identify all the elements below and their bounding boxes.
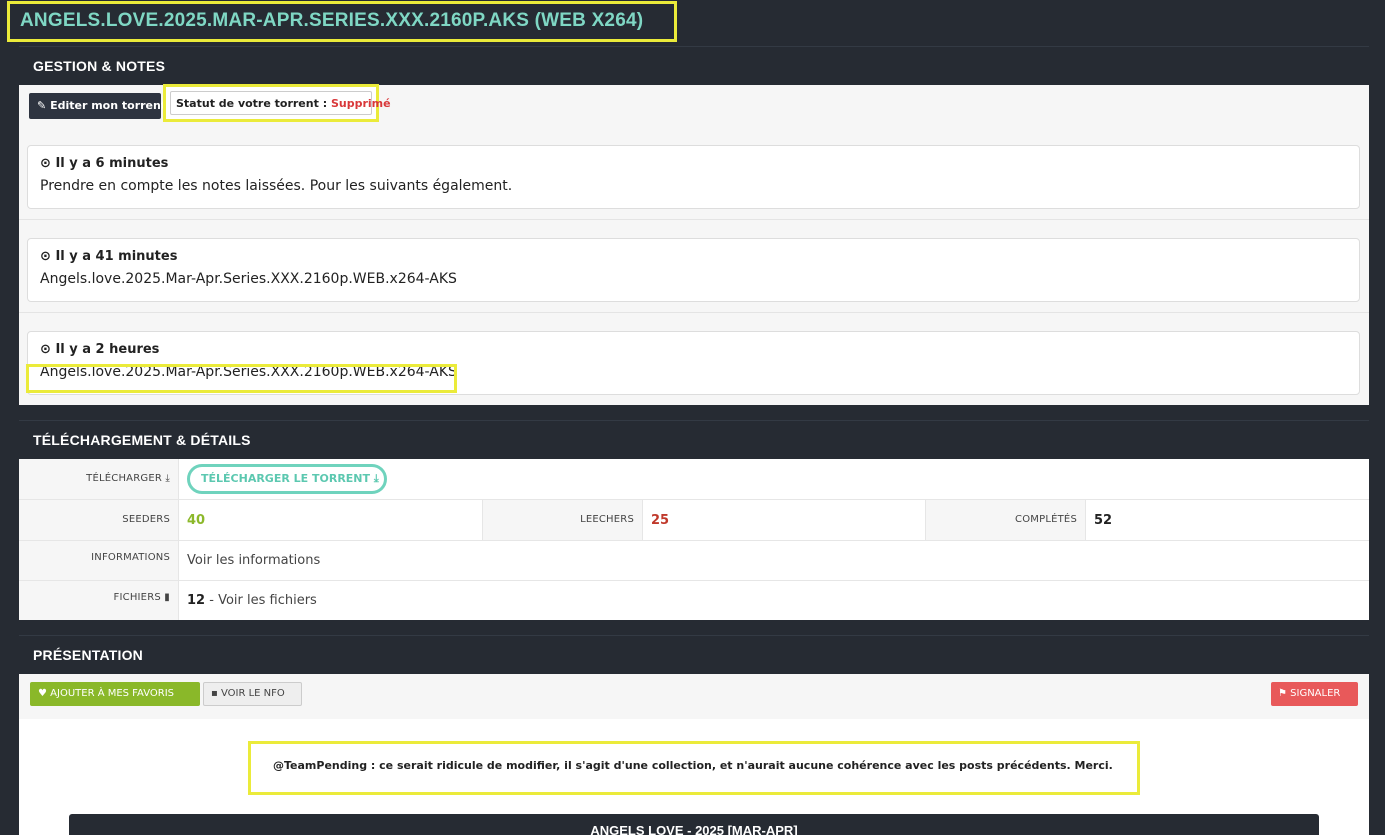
divider (19, 219, 1369, 220)
completes-label: COMPLÉTÉS (926, 500, 1086, 540)
info-row: INFORMATIONS Voir les informations (19, 540, 1369, 580)
view-nfo-label: VOIR LE NFO (220, 688, 285, 699)
seeders-value: 40 (179, 500, 483, 540)
files-row: FICHIERS ▮ 12 - Voir les fichiers (19, 580, 1369, 620)
download-panel: TÉLÉCHARGEMENT & DÉTAILS TÉLÉCHARGER ⤓ T… (19, 420, 1369, 620)
download-torrent-button[interactable]: TÉLÉCHARGER LE TORRENT ⤓ (187, 464, 387, 494)
torrent-status-box: Statut de votre torrent : Supprimé (163, 84, 391, 122)
leechers-label: LEECHERS (483, 500, 643, 540)
note-time: Il y a 41 minutes (55, 249, 178, 264)
clock-icon: ⊙ (40, 249, 51, 264)
report-button[interactable]: ⚑ SIGNALER (1271, 682, 1358, 706)
file-icon: ▮ (164, 592, 170, 603)
download-button-label: TÉLÉCHARGER LE TORRENT (201, 472, 371, 485)
note-time: Il y a 6 minutes (55, 156, 169, 171)
presentation-panel: PRÉSENTATION ♥ AJOUTER À MES FAVORIS ▪ V… (19, 635, 1369, 835)
presentation-toolbar: ♥ AJOUTER À MES FAVORIS ▪ VOIR LE NFO ⚑ … (19, 674, 1369, 719)
status-value: Supprimé (330, 97, 391, 110)
stats-row: SEEDERS 40 LEECHERS 25 COMPLÉTÉS 52 (19, 499, 1369, 540)
gestion-panel: GESTION & NOTES ✎ Editer mon torrent Sta… (19, 46, 1369, 405)
files-link[interactable]: Voir les fichiers (218, 593, 317, 608)
gestion-header: GESTION & NOTES (19, 46, 1369, 85)
download-label: TÉLÉCHARGER (86, 473, 162, 484)
presentation-header: PRÉSENTATION (19, 635, 1369, 674)
team-message: @TeamPending : ce serait ridicule de mod… (248, 741, 1140, 795)
torrent-status: Statut de votre torrent : Supprimé (170, 91, 391, 115)
heart-icon: ♥ (38, 688, 47, 699)
edit-icon: ✎ (37, 99, 47, 112)
note-card: ⊙ Il y a 6 minutes Prendre en compte les… (27, 145, 1360, 209)
completes-value: 52 (1094, 513, 1113, 528)
clock-icon: ⊙ (40, 156, 51, 171)
presentation-title-bar: ANGELS LOVE - 2025 [MAR-APR] (69, 814, 1319, 835)
clock-icon: ⊙ (40, 342, 51, 357)
info-link[interactable]: Voir les informations (179, 541, 320, 580)
note-card: ⊙ Il y a 41 minutes Angels.love.2025.Mar… (27, 238, 1360, 302)
note-text: Prendre en compte les notes laissées. Po… (40, 178, 513, 194)
edit-torrent-button[interactable]: ✎ Editer mon torrent (29, 93, 166, 119)
view-nfo-button[interactable]: ▪ VOIR LE NFO (203, 682, 302, 706)
flag-icon: ⚑ (1278, 688, 1287, 699)
page-title: ANGELS.LOVE.2025.MAR-APR.SERIES.XXX.2160… (7, 1, 677, 42)
leechers-value: 25 (643, 500, 926, 540)
note-time: Il y a 2 heures (55, 342, 160, 357)
download-icon: ⤓ (165, 473, 170, 484)
add-favorite-button[interactable]: ♥ AJOUTER À MES FAVORIS (30, 682, 200, 706)
download-header: TÉLÉCHARGEMENT & DÉTAILS (19, 420, 1369, 459)
note-highlight (26, 364, 457, 393)
report-label: SIGNALER (1290, 688, 1341, 699)
add-favorite-label: AJOUTER À MES FAVORIS (50, 688, 174, 699)
note-text: Angels.love.2025.Mar-Apr.Series.XXX.2160… (40, 271, 457, 287)
info-label: INFORMATIONS (19, 541, 179, 580)
seeders-label: SEEDERS (19, 500, 179, 540)
edit-torrent-label: Editer mon torrent (50, 99, 167, 112)
divider (19, 312, 1369, 313)
files-count: 12 (187, 593, 206, 608)
files-label: FICHIERS (113, 592, 161, 603)
status-label: Statut de votre torrent : (176, 97, 328, 110)
download-icon: ⤓ (373, 472, 379, 485)
note-icon: ▪ (211, 688, 218, 699)
